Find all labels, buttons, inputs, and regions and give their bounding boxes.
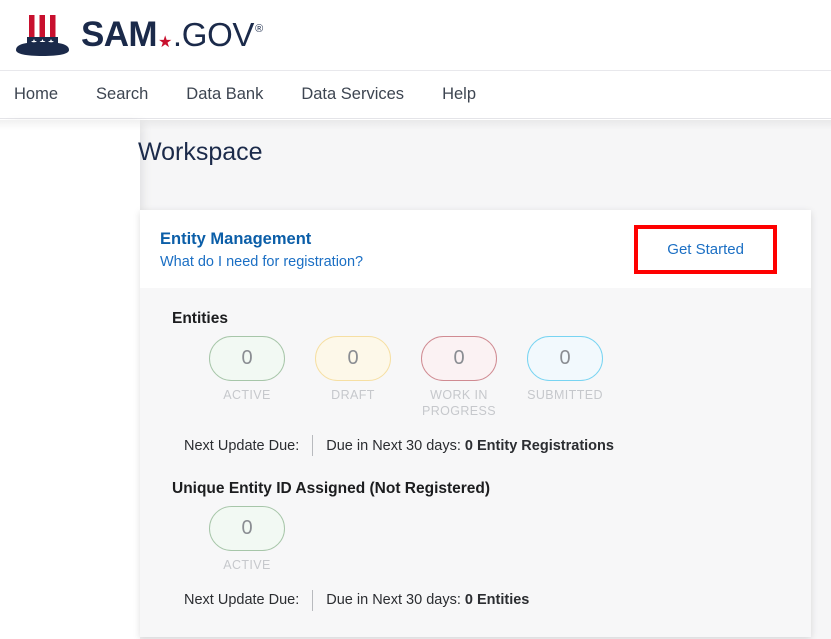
page-body: Workspace Entity Management What do I ne… xyxy=(0,120,831,639)
card-body: Entities 0 ACTIVE 0 DRAFT 0 WORK IN PROG… xyxy=(140,288,811,637)
left-margin-panel xyxy=(0,120,140,639)
stat-draft-value: 0 xyxy=(315,336,391,381)
unique-entity-id-status-pills: 0 ACTIVE xyxy=(194,506,791,574)
uncle-sam-hat-icon xyxy=(14,12,76,58)
logo-registered-mark: ® xyxy=(255,23,263,35)
stat-work-in-progress[interactable]: 0 WORK IN PROGRESS xyxy=(406,336,512,419)
stat-work-in-progress-value: 0 xyxy=(421,336,497,381)
get-started-highlight: Get Started xyxy=(634,225,777,274)
ueid-next-update-due-row: Next Update Due: Due in Next 30 days: 0 … xyxy=(184,590,791,611)
stat-draft[interactable]: 0 DRAFT xyxy=(300,336,406,404)
stat-submitted-value: 0 xyxy=(527,336,603,381)
entity-status-pills: 0 ACTIVE 0 DRAFT 0 WORK IN PROGRESS 0 SU… xyxy=(194,336,791,419)
logo-sam-text: SAM xyxy=(81,15,157,55)
get-started-button[interactable]: Get Started xyxy=(640,231,771,268)
ueid-stat-active-label: ACTIVE xyxy=(223,558,271,574)
entities-next-update-due-row: Next Update Due: Due in Next 30 days: 0 … xyxy=(184,435,791,456)
sam-gov-logo[interactable]: SAM ★ .GOV ® xyxy=(14,12,262,58)
page-title: Workspace xyxy=(138,138,263,167)
nav-item-data-bank[interactable]: Data Bank xyxy=(167,85,282,104)
logo-star-icon: ★ xyxy=(158,32,172,52)
stat-draft-label: DRAFT xyxy=(331,388,375,404)
stat-active-value: 0 xyxy=(209,336,285,381)
stat-active-label: ACTIVE xyxy=(223,388,271,404)
ueid-stat-active-value: 0 xyxy=(209,506,285,551)
stat-submitted-label: SUBMITTED xyxy=(527,388,603,404)
entity-management-card: Entity Management What do I need for reg… xyxy=(140,210,811,637)
ueid-due-value: 0 Entities xyxy=(465,592,529,608)
ueid-due-label: Next Update Due: xyxy=(184,592,299,608)
nav-item-home[interactable]: Home xyxy=(12,85,77,104)
stat-submitted[interactable]: 0 SUBMITTED xyxy=(512,336,618,404)
entities-due-value: 0 Entity Registrations xyxy=(465,438,614,454)
nav-item-help[interactable]: Help xyxy=(423,85,495,104)
main-navigation: Home Search Data Bank Data Services Help xyxy=(0,70,831,119)
nav-item-data-services[interactable]: Data Services xyxy=(282,85,423,104)
section-heading-unique-entity-id: Unique Entity ID Assigned (Not Registere… xyxy=(172,480,791,498)
card-header: Entity Management What do I need for reg… xyxy=(140,210,811,288)
registration-help-link[interactable]: What do I need for registration? xyxy=(160,252,363,272)
section-heading-entities: Entities xyxy=(172,310,791,328)
due-divider xyxy=(312,435,313,456)
entities-due-text: Due in Next 30 days: 0 Entity Registrati… xyxy=(326,438,614,454)
masthead: SAM ★ .GOV ® xyxy=(0,0,831,70)
entities-due-label: Next Update Due: xyxy=(184,438,299,454)
stat-work-in-progress-label: WORK IN PROGRESS xyxy=(420,388,498,419)
ueid-due-divider xyxy=(312,590,313,611)
entities-due-prefix: Due in Next 30 days: xyxy=(326,438,465,454)
stat-active[interactable]: 0 ACTIVE xyxy=(194,336,300,404)
ueid-due-text: Due in Next 30 days: 0 Entities xyxy=(326,592,529,608)
nav-item-search[interactable]: Search xyxy=(77,85,167,104)
ueid-due-prefix: Due in Next 30 days: xyxy=(326,592,465,608)
card-title: Entity Management xyxy=(160,228,363,250)
logo-gov-text: .GOV xyxy=(173,16,254,54)
ueid-stat-active[interactable]: 0 ACTIVE xyxy=(194,506,300,574)
card-header-text: Entity Management What do I need for reg… xyxy=(160,228,363,273)
